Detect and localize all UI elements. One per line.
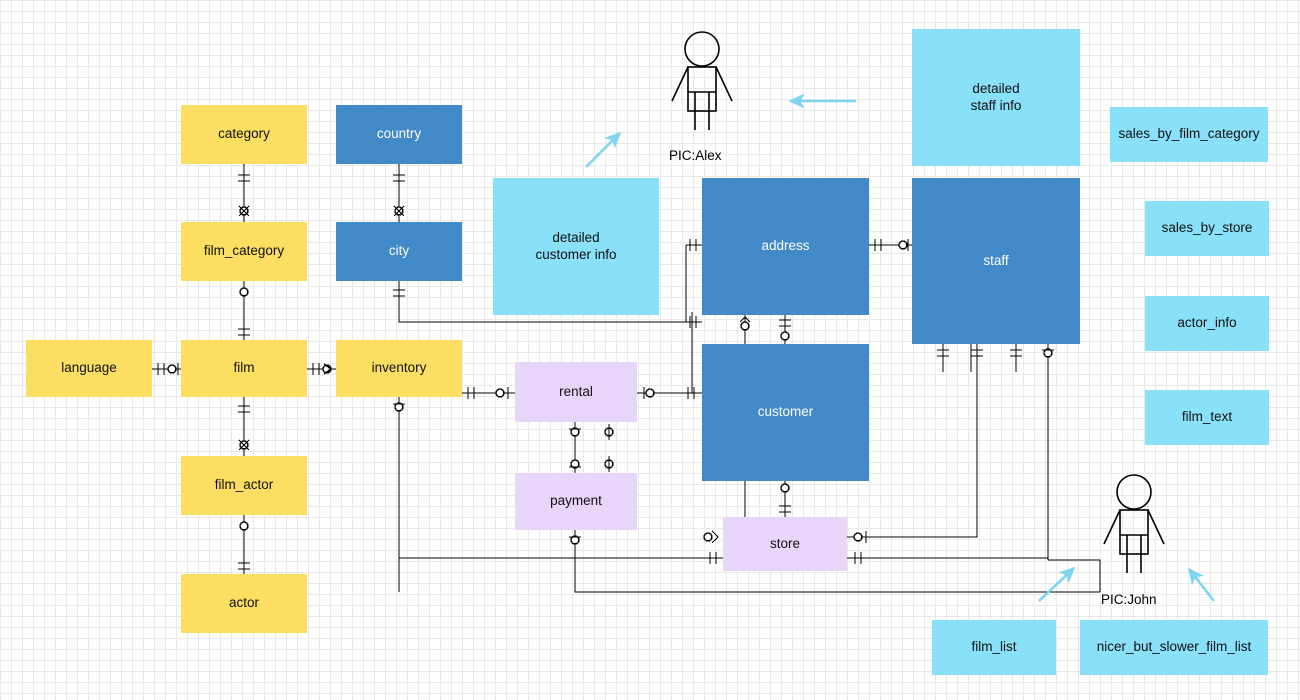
- actor-head-icon: [684, 31, 720, 67]
- edge-city-address-port: [685, 239, 702, 322]
- edge-language-film: [152, 363, 181, 375]
- actor-figure-john[interactable]: [1097, 473, 1171, 583]
- view-nicer-but-slower-film-list[interactable]: nicer_but_slower_film_list: [1080, 620, 1268, 675]
- entity-film_actor[interactable]: film_actor: [181, 456, 307, 515]
- entity-rental[interactable]: rental: [515, 362, 637, 422]
- entity-actor[interactable]: actor: [181, 574, 307, 633]
- edge-film_category-film: [238, 281, 250, 340]
- actor-label-alex: PIC:Alex: [669, 148, 722, 163]
- actor-arm-left-icon: [671, 66, 689, 102]
- arrow-john-left: [1038, 566, 1076, 602]
- actor-body-icon: [687, 66, 717, 112]
- actor-label-john: PIC:John: [1101, 592, 1157, 607]
- arrow-john-right: [1187, 567, 1216, 602]
- entity-city[interactable]: city: [336, 222, 462, 281]
- edge-rental-payment-a: [569, 422, 581, 473]
- actor-arm-right-icon: [1147, 509, 1165, 545]
- edge-rental-payment-b: [604, 424, 614, 472]
- actor-head-icon: [1116, 474, 1152, 510]
- view-film-text[interactable]: film_text: [1145, 390, 1269, 445]
- view-actor-info[interactable]: actor_info: [1145, 296, 1269, 351]
- entity-address[interactable]: address: [702, 178, 869, 315]
- edge-film-film_actor: [238, 397, 250, 456]
- entity-country[interactable]: country: [336, 105, 462, 164]
- entity-staff[interactable]: staff: [912, 178, 1080, 344]
- entity-language[interactable]: language: [26, 340, 152, 397]
- edge-address-staff: [869, 239, 912, 251]
- edge-address-customer: [779, 315, 791, 344]
- actor-figure-alex[interactable]: [665, 30, 739, 140]
- edge-inventory-rental: [462, 387, 515, 399]
- entity-store[interactable]: store: [723, 517, 847, 571]
- actor-arm-left-icon: [1103, 509, 1121, 545]
- edge-film-inventory: [307, 363, 336, 375]
- entity-category[interactable]: category: [181, 105, 307, 164]
- edge-film_actor-actor: [238, 515, 250, 574]
- entity-inventory[interactable]: inventory: [336, 340, 462, 397]
- entity-customer[interactable]: customer: [702, 344, 869, 481]
- edge-country-city: [393, 164, 405, 222]
- view-detailed-staff-info[interactable]: detailed staff info: [912, 29, 1080, 166]
- actor-body-icon: [1119, 509, 1149, 555]
- edge-store-staff2: [847, 552, 1048, 564]
- view-sales-by-store[interactable]: sales_by_store: [1145, 201, 1269, 256]
- er-diagram-canvas[interactable]: category country film_category city lang…: [0, 0, 1300, 700]
- arrow-alex-up: [585, 131, 622, 168]
- staff-bottom-ports: [937, 344, 1022, 372]
- entity-film[interactable]: film: [181, 340, 307, 397]
- view-detailed-customer-info[interactable]: detailed customer info: [493, 178, 659, 315]
- edge-customer-store: [779, 481, 791, 517]
- view-film-list[interactable]: film_list: [932, 620, 1056, 675]
- edge-rental-customer: [637, 387, 702, 399]
- view-sales-by-film-category[interactable]: sales_by_film_category: [1110, 107, 1268, 162]
- entity-film_category[interactable]: film_category: [181, 222, 307, 281]
- entity-payment[interactable]: payment: [515, 473, 637, 530]
- edge-category-film_category: [238, 164, 250, 222]
- actor-arm-right-icon: [715, 66, 733, 102]
